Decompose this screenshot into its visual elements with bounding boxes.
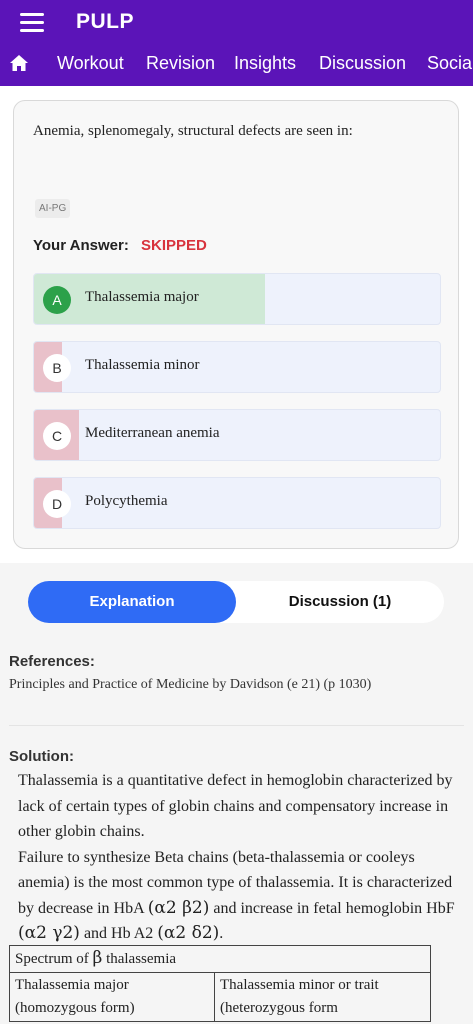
option-d[interactable]: D Polycythemia — [33, 477, 441, 529]
hamburger-menu-icon[interactable] — [20, 13, 44, 33]
hba-formula: (α2 β2) — [147, 897, 210, 918]
option-b[interactable]: B Thalassemia minor — [33, 341, 441, 393]
explanation-tab[interactable]: Explanation — [28, 581, 236, 623]
option-c-text: Mediterranean anemia — [85, 425, 220, 441]
your-answer-label: Your Answer: — [33, 237, 129, 254]
solution-text-part: . — [219, 925, 224, 942]
option-a-badge: A — [43, 286, 71, 314]
hbf-formula: (α2 γ2) — [18, 923, 80, 943]
solution-paragraph-1: Thalassemia is a quantitative defect in … — [18, 772, 453, 840]
option-b-badge: B — [43, 354, 71, 382]
tab-social[interactable]: Social — [427, 53, 473, 74]
question-card: Anemia, splenomegaly, structural defects… — [13, 100, 459, 549]
option-d-text: Polycythemia — [85, 493, 168, 509]
references-heading: References: — [9, 653, 95, 670]
tab-discussion[interactable]: Discussion — [319, 53, 406, 74]
tab-workout[interactable]: Workout — [57, 53, 124, 74]
table-caption-part: Spectrum of — [15, 951, 93, 967]
solution-heading: Solution: — [9, 748, 74, 765]
table-cell-major: Thalassemia major (homozygous form) — [9, 972, 215, 1022]
option-a-text: Thalassemia major — [85, 289, 199, 305]
solution-text-part: and increase in fetal hemoglobin HbF — [209, 899, 455, 917]
explanation-tabs: Explanation Discussion (1) — [28, 581, 444, 623]
discussion-tab[interactable]: Discussion (1) — [236, 581, 444, 623]
references-text: Principles and Practice of Medicine by D… — [9, 677, 372, 692]
option-d-badge: D — [43, 490, 71, 518]
source-tag: AI-PG — [35, 199, 71, 218]
solution-paragraph-2: Failure to synthesize Beta chains (beta-… — [18, 845, 462, 947]
option-c[interactable]: C Mediterranean anemia — [33, 409, 441, 461]
app-title: PULP — [76, 10, 135, 33]
divider — [9, 725, 464, 726]
table-caption-part: thalassemia — [102, 951, 177, 967]
option-c-badge: C — [43, 422, 71, 450]
thalassemia-spectrum-table: Spectrum of β thalassemia Thalassemia ma… — [9, 945, 431, 1022]
your-answer-status: SKIPPED — [141, 237, 207, 254]
table-caption: Spectrum of β thalassemia — [9, 945, 431, 973]
option-b-text: Thalassemia minor — [85, 357, 200, 373]
beta-symbol: β — [92, 948, 103, 968]
solution-body: Thalassemia is a quantitative defect in … — [18, 768, 462, 947]
question-text: Anemia, splenomegaly, structural defects… — [33, 123, 353, 139]
hba2-formula: (α2 δ2) — [157, 923, 220, 943]
home-icon[interactable] — [9, 54, 29, 72]
tab-revision[interactable]: Revision — [146, 53, 215, 74]
tab-insights[interactable]: Insights — [234, 53, 296, 74]
solution-text-part: and Hb A2 — [79, 925, 158, 942]
option-a[interactable]: A Thalassemia major — [33, 273, 441, 325]
table-cell-minor: Thalassemia minor or trait (heterozygous… — [214, 972, 431, 1022]
app-header: PULP Workout Revision Insights Discussio… — [0, 0, 473, 86]
